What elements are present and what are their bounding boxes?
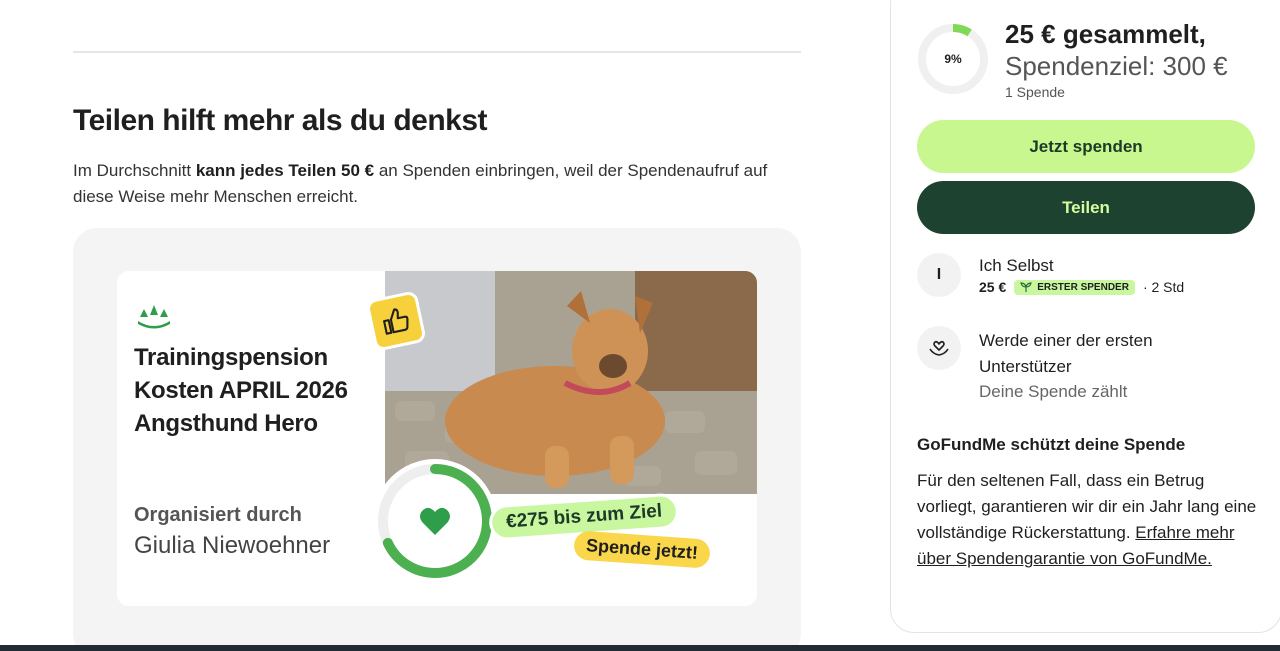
donor-meta: 25 € ERSTER SPENDER · 2 Std bbox=[979, 279, 1184, 295]
donation-count: 1 Spende bbox=[1005, 84, 1065, 100]
protection-text: Für den seltenen Fall, dass ein Betrug v… bbox=[917, 468, 1257, 572]
share-button[interactable]: Teilen bbox=[917, 181, 1255, 234]
thumbs-up-badge bbox=[365, 290, 427, 352]
hands-heart-icon bbox=[929, 340, 949, 356]
donation-goal: Spendenziel: 300 € bbox=[1005, 51, 1228, 81]
share-preview: Trainingspension Kosten APRIL 2026 Angst… bbox=[73, 228, 801, 651]
donor-time: · 2 Std bbox=[1142, 279, 1185, 295]
donation-sidebar: 9% 25 € gesammelt, Spendenziel: 300 € 1 … bbox=[890, 0, 1280, 633]
donor-avatar: I bbox=[917, 253, 961, 297]
fundraiser-card[interactable]: Trainingspension Kosten APRIL 2026 Angst… bbox=[117, 271, 757, 606]
gofundme-logo-icon bbox=[138, 305, 170, 329]
share-text-bold: kann jedes Teilen 50 € bbox=[195, 161, 375, 180]
donor-name: Ich Selbst bbox=[979, 256, 1054, 275]
donate-now-pill: Spende jetzt! bbox=[573, 530, 711, 569]
organizer-label: Organisiert durch bbox=[134, 504, 302, 526]
thumbs-up-icon bbox=[383, 308, 409, 335]
share-text: Im Durchschnitt kann jedes Teilen 50 € a… bbox=[73, 158, 793, 210]
first-donor-badge: ERSTER SPENDER bbox=[1014, 279, 1135, 295]
share-title: Teilen hilft mehr als du denkst bbox=[73, 104, 488, 137]
hands-avatar bbox=[917, 326, 961, 370]
bottom-bar bbox=[0, 645, 1280, 651]
donor-amount: 25 € bbox=[979, 279, 1007, 295]
card-title: Trainingspension Kosten APRIL 2026 Angst… bbox=[134, 344, 348, 437]
protection-title: GoFundMe schützt deine Spende bbox=[917, 435, 1186, 454]
progress-percent: 9% bbox=[944, 52, 962, 66]
become-first-supporter: Werde einer der ersten Unterstützer bbox=[979, 331, 1153, 376]
card-progress-ring bbox=[373, 459, 497, 583]
organizer-name: Giulia Niewoehner bbox=[134, 532, 331, 559]
first-donor-badge-label: ERSTER SPENDER bbox=[1037, 281, 1129, 293]
divider bbox=[73, 51, 801, 53]
amount-raised: 25 € gesammelt, bbox=[1005, 19, 1206, 49]
share-text-prefix: Im Durchschnitt bbox=[73, 161, 196, 180]
sprout-icon bbox=[1020, 282, 1033, 292]
donation-counts-text: Deine Spende zählt bbox=[979, 382, 1128, 401]
donate-now-button[interactable]: Jetzt spenden bbox=[917, 120, 1255, 173]
